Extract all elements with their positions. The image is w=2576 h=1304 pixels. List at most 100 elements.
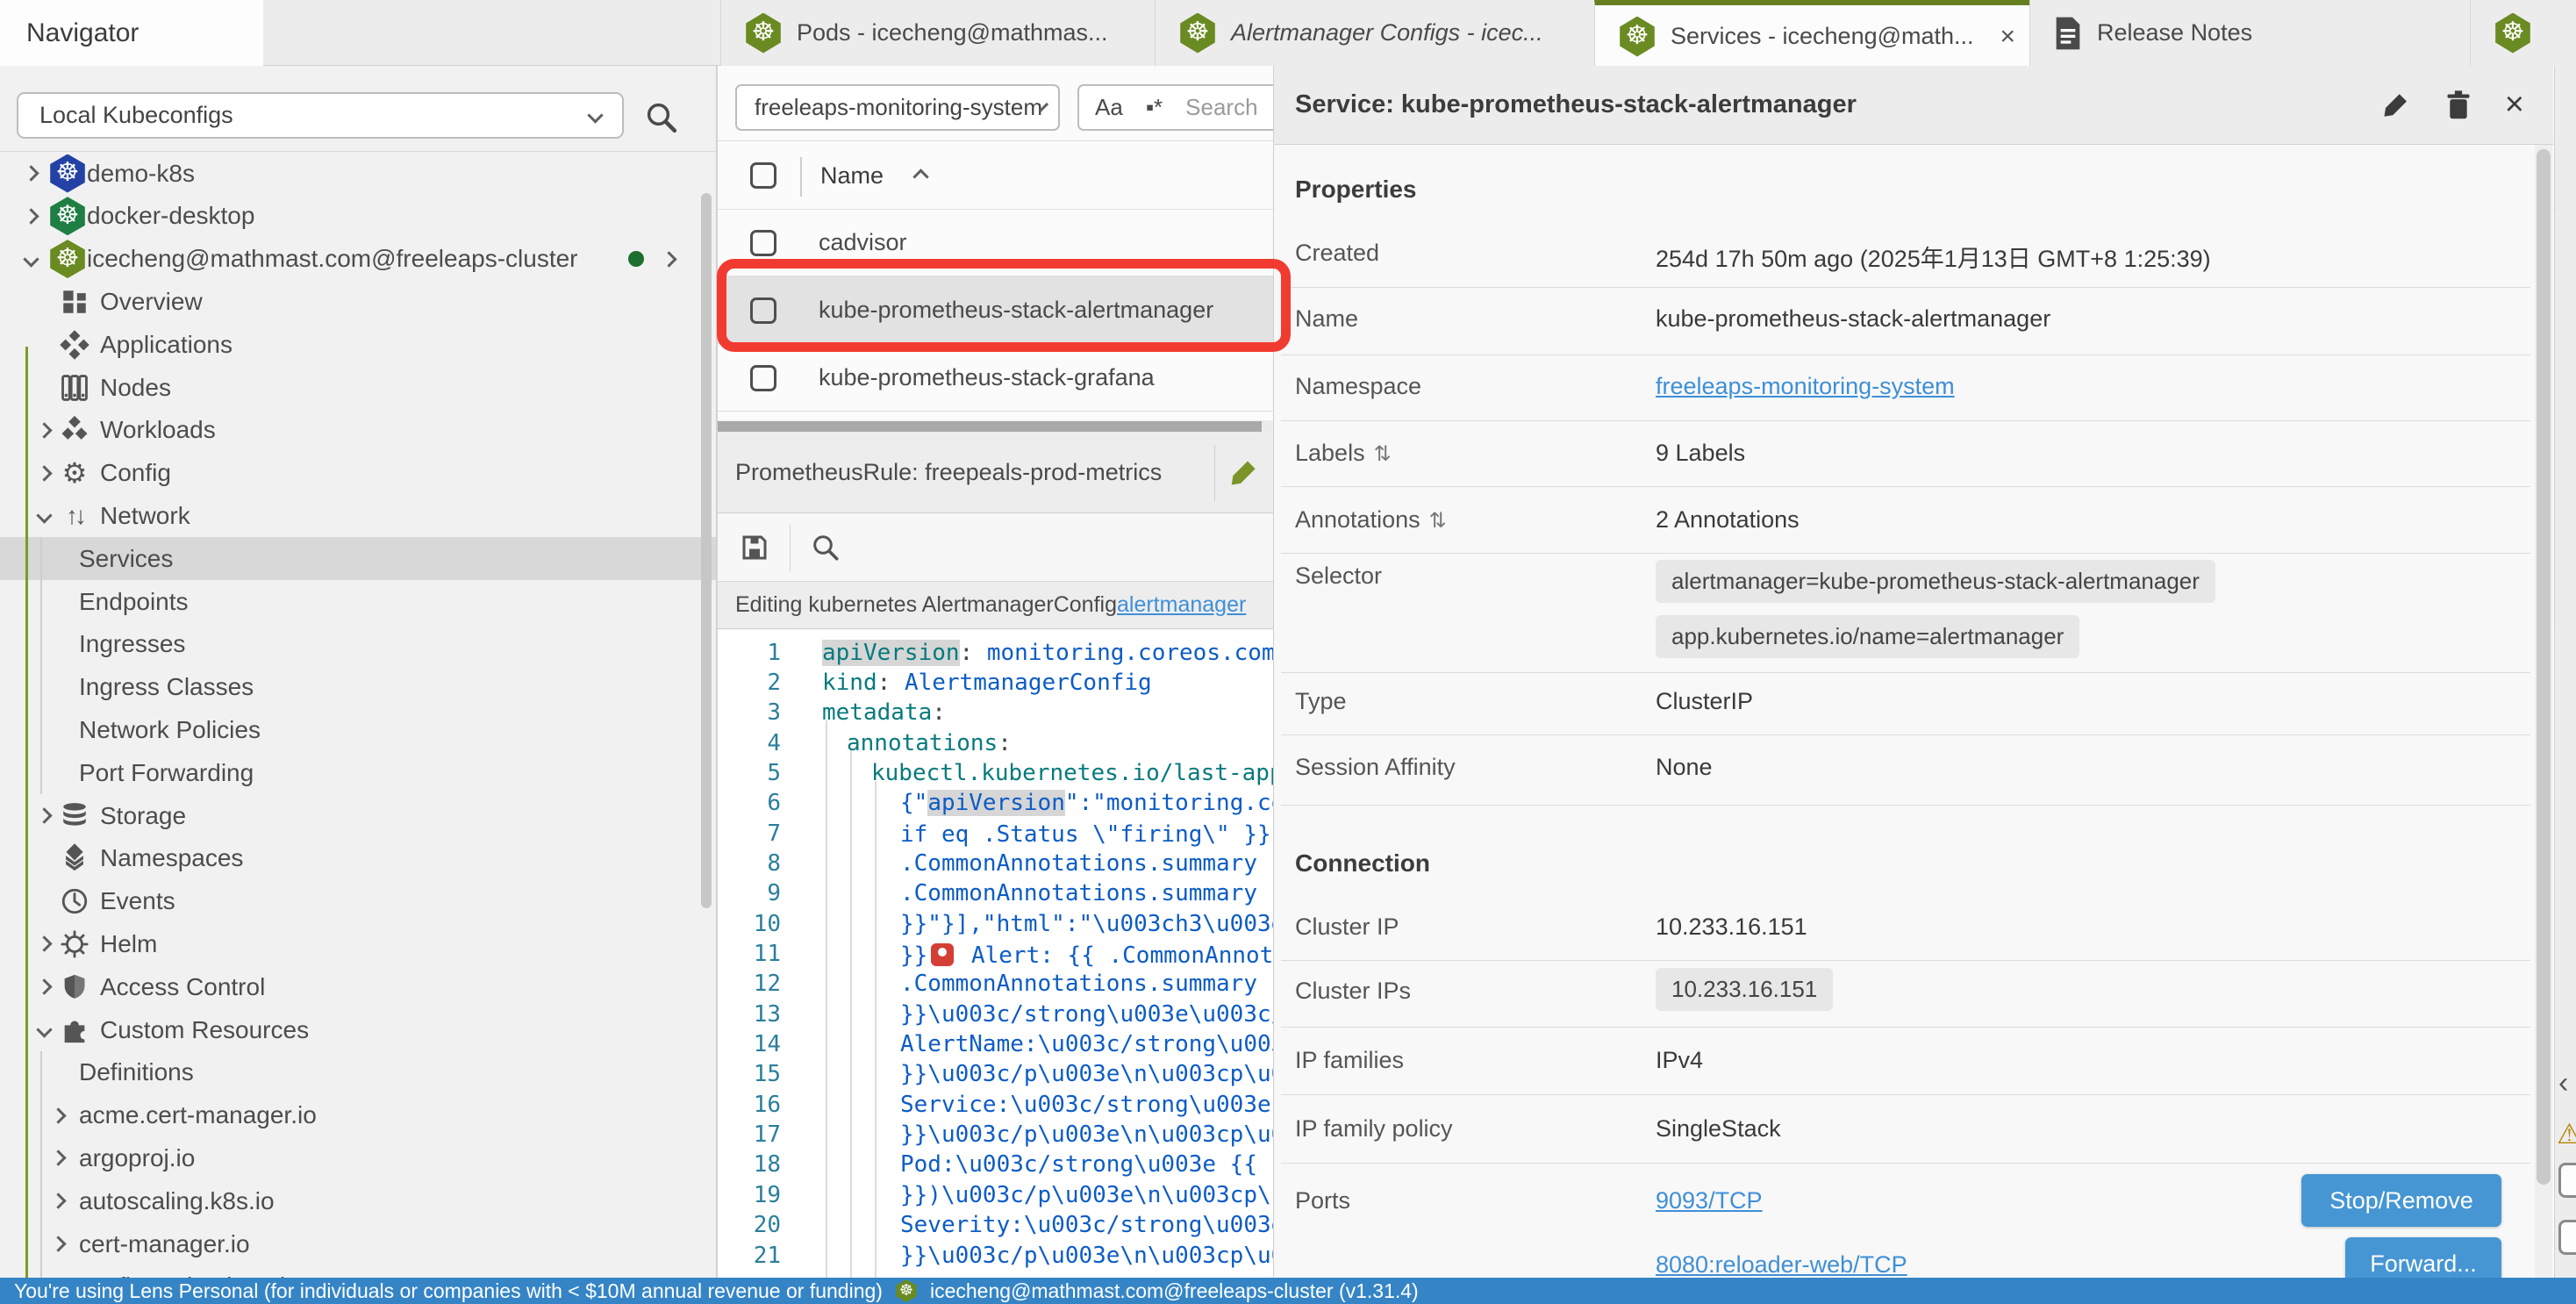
warning-icon[interactable]: ⚠ xyxy=(2557,1117,2576,1150)
chevron-right-icon[interactable] xyxy=(50,1236,66,1251)
search-icon[interactable] xyxy=(643,99,680,136)
chevron-right-icon[interactable] xyxy=(36,422,52,438)
tab-services-icecheng-math-[interactable]: ☸Services - icecheng@math...× xyxy=(1594,0,2029,68)
sidebar-item-port-forwarding[interactable]: Port Forwarding xyxy=(0,751,718,794)
chevron-right-icon[interactable] xyxy=(50,1150,66,1166)
sidebar-item-autoscaling-k8s-io[interactable]: autoscaling.k8s.io xyxy=(0,1179,718,1222)
sidebar-item-helm[interactable]: Helm xyxy=(0,922,718,965)
widget-button[interactable] xyxy=(2558,1220,2576,1255)
table-row-kube-prometheus-stack-prometheus[interactable]: kube-prometheus-stack-prometheus xyxy=(718,410,1273,420)
code-segment: : xyxy=(932,699,946,726)
editing-header-link[interactable]: alertmanager xyxy=(1117,592,1246,618)
chevron-down-icon[interactable] xyxy=(36,508,52,524)
sidebar-item-demo-k8s[interactable]: ☸demo-k8s xyxy=(0,152,718,195)
chevron-left-icon[interactable]: ‹ xyxy=(2558,1066,2568,1100)
sidebar-item-endpoints[interactable]: Endpoints xyxy=(0,580,718,623)
chevron-down-icon[interactable] xyxy=(36,1021,52,1037)
horizontal-scrollbar[interactable] xyxy=(718,420,1273,433)
sidebar-item-cert-manager-io[interactable]: cert-manager.io xyxy=(0,1222,718,1265)
divider xyxy=(1281,287,2530,288)
sidebar-item-storage[interactable]: Storage xyxy=(0,794,718,837)
license-text: You're using Lens Personal (for individu… xyxy=(14,1279,883,1303)
sidebar-item-docker-desktop[interactable]: ☸docker-desktop xyxy=(0,195,718,238)
tab-release-notes[interactable]: Release Notes xyxy=(2029,0,2470,66)
sidebar-item-services[interactable]: Services xyxy=(0,537,718,580)
namespace-selector[interactable]: freeleaps-monitoring-system xyxy=(735,84,1060,131)
chevron-right-icon[interactable] xyxy=(23,208,39,224)
scrollbar-thumb[interactable] xyxy=(718,421,1262,432)
save-icon[interactable] xyxy=(739,532,770,563)
sidebar-item-ingress-classes[interactable]: Ingress Classes xyxy=(0,666,718,709)
sidebar-item-custom-resources[interactable]: Custom Resources xyxy=(0,1008,718,1051)
sidebar-item-config[interactable]: ⚙Config xyxy=(0,452,718,495)
field-label: Annotations⇅ xyxy=(1295,506,1447,534)
forward-button[interactable]: Forward... xyxy=(2345,1237,2501,1278)
column-header-name[interactable]: Name xyxy=(820,162,884,190)
row-checkbox[interactable] xyxy=(750,230,776,256)
sidebar-item-access-control[interactable]: Access Control xyxy=(0,965,718,1008)
chevron-right-icon[interactable] xyxy=(36,936,52,952)
sidebar-item-network-policies[interactable]: Network Policies xyxy=(0,708,718,751)
cluster-status-text[interactable]: icecheng@mathmast.com@freeleaps-cluster … xyxy=(930,1279,1419,1303)
sidebar-item-label: Definitions xyxy=(79,1058,194,1086)
line-number: 6 xyxy=(718,790,781,816)
sidebar-item-configuration-konghq-com[interactable]: configuration.konghq.com xyxy=(0,1265,718,1278)
sidebar-item-argoproj-io[interactable]: argoproj.io xyxy=(0,1136,718,1179)
sidebar-item-ingresses[interactable]: Ingresses xyxy=(0,623,718,666)
pencil-icon[interactable] xyxy=(1227,456,1261,490)
stop-remove-button[interactable]: Stop/Remove xyxy=(2301,1174,2501,1227)
chevron-right-icon[interactable] xyxy=(36,978,52,994)
sidebar-item-icecheng-mathmast-com-freeleaps-cluster[interactable]: ☸icecheng@mathmast.com@freeleaps-cluster xyxy=(0,238,718,281)
chevron-right-icon[interactable] xyxy=(36,807,52,823)
chevron-right-icon[interactable] xyxy=(50,1193,66,1208)
close-icon[interactable]: × xyxy=(2000,22,2016,52)
chevron-right-icon[interactable] xyxy=(36,465,52,481)
row-checkbox[interactable] xyxy=(750,365,776,391)
tab-partial[interactable]: ☸ xyxy=(2470,0,2576,66)
chevron-right-icon[interactable] xyxy=(23,165,39,181)
sidebar-item-definitions[interactable]: Definitions xyxy=(0,1051,718,1094)
field-value: kube-prometheus-stack-alertmanager xyxy=(1656,305,2050,333)
chevron-right-icon[interactable] xyxy=(50,1107,66,1123)
ns-icon xyxy=(60,843,89,873)
sidebar-item-workloads[interactable]: Workloads xyxy=(0,409,718,452)
pencil-icon[interactable] xyxy=(2380,90,2412,121)
sort-icon[interactable]: ⇅ xyxy=(1374,442,1392,466)
sidebar-item-nodes[interactable]: Nodes xyxy=(0,366,718,409)
scrollbar-thumb[interactable] xyxy=(2537,149,2551,1185)
sidebar-item-events[interactable]: Events xyxy=(0,880,718,923)
code-segment: : xyxy=(877,670,905,696)
port-link[interactable]: 8080:reloader-web/TCP xyxy=(1656,1251,1907,1278)
sidebar-item-acme-cert-manager-io[interactable]: acme.cert-manager.io xyxy=(0,1094,718,1137)
line-number: 21 xyxy=(718,1243,781,1269)
select-all-checkbox[interactable] xyxy=(750,162,776,189)
match-case-button[interactable]: Aa xyxy=(1095,94,1123,121)
sidebar-item-namespaces[interactable]: Namespaces xyxy=(0,837,718,880)
sidebar-item-network[interactable]: ↑↓Network xyxy=(0,494,718,537)
sidebar-item-applications[interactable]: Applications xyxy=(0,323,718,366)
tab-pods-icecheng-mathmas-[interactable]: ☸Pods - icecheng@mathmas... xyxy=(720,0,1155,66)
chevron-right-icon[interactable] xyxy=(661,251,676,267)
port-link[interactable]: 9093/TCP xyxy=(1656,1187,1763,1214)
divider xyxy=(1281,1094,2530,1095)
sort-asc-icon[interactable] xyxy=(912,168,928,184)
sidebar-item-overview[interactable]: Overview xyxy=(0,280,718,323)
sidebar-scrollbar[interactable] xyxy=(701,193,712,908)
tab-alertmanager-configs-icec-[interactable]: ☸Alertmanager Configs - icec... xyxy=(1155,0,1594,66)
widget-button[interactable] xyxy=(2558,1163,2576,1198)
search-icon[interactable] xyxy=(810,532,841,563)
divider xyxy=(1281,420,2530,421)
sort-icon[interactable]: ⇅ xyxy=(1429,509,1447,533)
table-row-kube-prometheus-stack-grafana[interactable]: kube-prometheus-stack-grafana xyxy=(718,344,1273,412)
chevron-down-icon[interactable] xyxy=(23,251,39,267)
code-segment: }} xyxy=(900,942,927,969)
sidebar-item-label: docker-desktop xyxy=(87,202,254,230)
trash-icon[interactable] xyxy=(2444,90,2473,121)
regex-button[interactable]: ▪* xyxy=(1146,94,1163,121)
code-segment: monitoring.coreos.com/v1 xyxy=(987,640,1317,666)
namespace-link[interactable]: freeleaps-monitoring-system xyxy=(1656,373,1955,400)
close-icon[interactable]: × xyxy=(2505,86,2524,124)
kubeconfig-selector[interactable]: Local Kubeconfigs xyxy=(17,92,624,139)
navigator-title: Navigator xyxy=(26,18,139,48)
code-segment: }}\u003c/p\u003e\n\u003cp\u003 xyxy=(900,1243,1313,1269)
